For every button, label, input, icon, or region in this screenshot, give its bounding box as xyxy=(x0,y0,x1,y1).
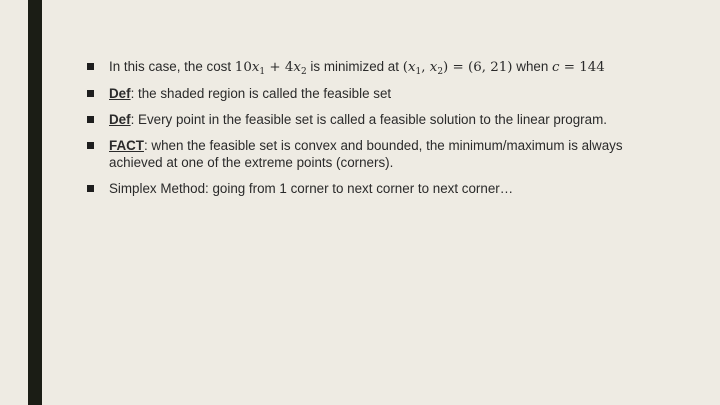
bullet-text: is minimized at xyxy=(306,59,403,74)
term-label: Def xyxy=(109,112,131,127)
bullet-fact-extreme-points: FACT: when the feasible set is convex an… xyxy=(86,137,666,171)
bullet-text: when xyxy=(512,59,552,74)
square-bullet-icon xyxy=(87,142,94,149)
square-bullet-icon xyxy=(87,90,94,97)
bullet-cost-minimized: In this case, the cost 10x1 + 4x2 is min… xyxy=(86,58,666,77)
square-bullet-icon xyxy=(87,116,94,123)
bullet-text: Simplex Method: going from 1 corner to n… xyxy=(109,181,514,196)
accent-bar xyxy=(28,0,42,405)
square-bullet-icon xyxy=(87,185,94,192)
term-label: Def xyxy=(109,86,131,101)
term-label: FACT xyxy=(109,138,144,153)
point-expression: (x1, x2) = (6, 21) xyxy=(402,60,513,77)
bullet-text: : the shaded region is called the feasib… xyxy=(130,86,392,101)
bullet-list: In this case, the cost 10x1 + 4x2 is min… xyxy=(86,58,666,206)
bullet-text: : Every point in the feasible set is cal… xyxy=(130,112,607,127)
cost-expression: 10x1 + 4x2 xyxy=(234,60,307,77)
bullet-simplex-method: Simplex Method: going from 1 corner to n… xyxy=(86,180,666,197)
bullet-text: : when the feasible set is convex and bo… xyxy=(109,138,623,170)
cost-value-expression: c = 144 xyxy=(552,60,605,75)
bullet-def-feasible-set: Def: the shaded region is called the fea… xyxy=(86,85,666,102)
slide: In this case, the cost 10x1 + 4x2 is min… xyxy=(0,0,720,405)
bullet-def-feasible-solution: Def: Every point in the feasible set is … xyxy=(86,111,666,128)
bullet-text: In this case, the cost xyxy=(109,59,235,74)
square-bullet-icon xyxy=(87,63,94,70)
